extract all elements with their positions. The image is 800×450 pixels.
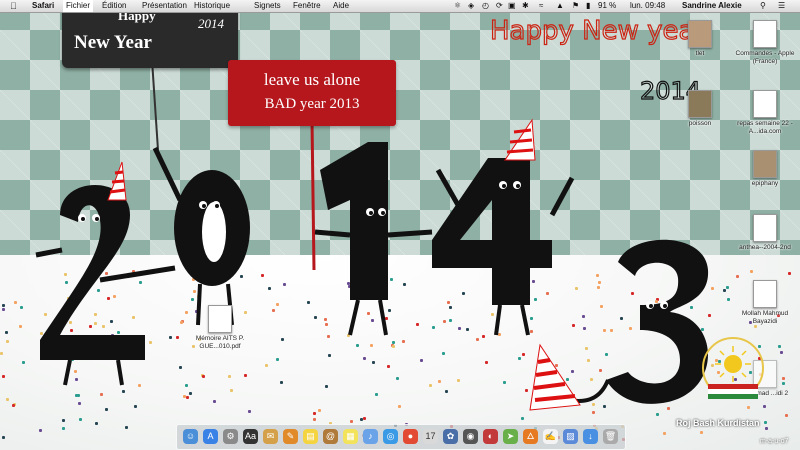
desktop-icon-anthea[interactable]: anthea--2004-2nd bbox=[735, 214, 795, 252]
menu-edition[interactable]: Édition bbox=[102, 0, 126, 12]
dock-safari-icon[interactable]: ◎ bbox=[383, 429, 398, 444]
battery-percent[interactable]: 91 % bbox=[598, 0, 616, 12]
photo-thumbnail-icon bbox=[753, 150, 777, 178]
desktop-icon-label: tlet bbox=[695, 50, 705, 57]
volume-icon[interactable]: ▲ bbox=[556, 0, 564, 12]
desktop-icon-label: poisson bbox=[688, 120, 712, 127]
wifi-icon[interactable]: ≈ bbox=[539, 0, 543, 12]
dock-firefox-icon[interactable]: 🜂 bbox=[523, 429, 538, 444]
pdf-document-icon bbox=[208, 305, 232, 333]
battery-icon[interactable]: ▮ bbox=[586, 0, 590, 12]
document-icon bbox=[753, 20, 777, 48]
dock-finder-icon[interactable]: ☺ bbox=[183, 429, 198, 444]
dock-dictionary-icon[interactable]: Aa bbox=[243, 429, 258, 444]
menu-safari[interactable]: Safari bbox=[32, 0, 54, 12]
dock-textedit-icon[interactable]: ✍ bbox=[543, 429, 558, 444]
desktop-icon-repas-semaine[interactable]: repas semaine 22 - A...ida.com bbox=[735, 90, 795, 136]
dock-itunes-icon[interactable]: ♪ bbox=[363, 429, 378, 444]
kurdistan-emblem bbox=[702, 337, 764, 399]
dock-calendar-icon[interactable]: 17 bbox=[423, 429, 438, 444]
sign-year-text: 2014 bbox=[198, 16, 224, 31]
menu-signets[interactable]: Signets bbox=[254, 0, 281, 12]
dock-pages-icon[interactable]: ✎ bbox=[283, 429, 298, 444]
dock-app-store-icon[interactable]: A bbox=[203, 429, 218, 444]
clock[interactable]: lun. 09:48 bbox=[630, 0, 665, 12]
dock-mail-stamp-icon[interactable]: ✉ bbox=[263, 429, 278, 444]
desktop-icon-tlet[interactable]: tlet bbox=[670, 20, 730, 58]
desktop-icon-label: Mémoire AITS P. GUE...010.pdf bbox=[195, 335, 245, 350]
menu-fichier[interactable]: Fichier bbox=[63, 0, 94, 12]
dock-chrome-icon[interactable]: ● bbox=[403, 429, 418, 444]
dock-iphoto-icon[interactable]: ✿ bbox=[443, 429, 458, 444]
desktop-icon-commandes-apple[interactable]: Commandes - Apple (France) bbox=[735, 20, 795, 66]
user-name[interactable]: Sandrine Alexie bbox=[682, 0, 742, 12]
dock-system-preferences-icon[interactable]: ⚙ bbox=[223, 429, 238, 444]
menu-fenetre[interactable]: Fenêtre bbox=[293, 0, 321, 12]
desktop-icon-label: Mollah Mahmud Bayazidi bbox=[741, 310, 789, 325]
spotlight-search-icon[interactable]: ⚲ bbox=[760, 0, 766, 12]
notification-center-icon[interactable]: ☰ bbox=[778, 0, 785, 12]
desktop-icon-label: Commandes - Apple (France) bbox=[735, 50, 795, 65]
desktop-icon-poisson[interactable]: poisson bbox=[670, 90, 730, 128]
dropbox-icon[interactable]: ◈ bbox=[468, 0, 474, 12]
dock-trash-icon[interactable]: 🗑 bbox=[603, 429, 618, 444]
document-icon bbox=[753, 90, 777, 118]
flag-us-icon[interactable]: ⚑ bbox=[572, 0, 579, 12]
menu-bar:  Safari Fichier Édition Présentation Hi… bbox=[0, 0, 800, 13]
creative-cloud-icon[interactable]: ⚛ bbox=[454, 0, 461, 12]
menu-presentation[interactable]: Présentation bbox=[142, 0, 187, 12]
photo-thumbnail-icon bbox=[688, 90, 712, 118]
dock: ☺ A ⚙ Aa ✉ ✎ ▤ @ ▦ ♪ ◎ ● 17 ✿ ◉ ◐ ➤ 🜂 ✍ ▨ ↓ 🗑 bbox=[176, 424, 626, 450]
dock-photo-booth-icon[interactable]: ◐ bbox=[483, 429, 498, 444]
display-icon[interactable]: ▣ bbox=[508, 0, 516, 12]
desktop-icon-label: epiphany bbox=[751, 180, 779, 187]
menu-aide[interactable]: Aide bbox=[333, 0, 349, 12]
sign-newyear-text: New Year bbox=[74, 32, 152, 53]
dock-maps-icon[interactable]: ➤ bbox=[503, 429, 518, 444]
dock-aperture-icon[interactable]: ◉ bbox=[463, 429, 478, 444]
leave-us-alone-banner: leave us alone BAD year 2013 bbox=[228, 60, 396, 126]
document-icon bbox=[753, 214, 777, 242]
roj-bash-kurdistan-text: Roj Bash Kurdistan bbox=[676, 418, 760, 428]
dock-stickies-icon[interactable]: ▦ bbox=[343, 429, 358, 444]
banner-line1: leave us alone bbox=[263, 70, 361, 89]
desktop-icon-epiphany[interactable]: epiphany bbox=[735, 150, 795, 188]
photo-thumbnail-icon bbox=[688, 20, 712, 48]
desktop-icon-memoire-pdf[interactable]: Mémoire AITS P. GUE...010.pdf bbox=[190, 305, 250, 351]
dock-preview-icon[interactable]: ▨ bbox=[563, 429, 578, 444]
desktop-icon-mollah-mahmud[interactable]: Mollah Mahmud Bayazidi bbox=[735, 280, 795, 326]
apple-menu-icon[interactable]:  bbox=[10, 0, 17, 12]
dock-downloads-icon[interactable]: ↓ bbox=[583, 429, 598, 444]
sync-icon[interactable]: ⟳ bbox=[496, 0, 503, 12]
banner-line2: BAD year 2013 bbox=[264, 96, 360, 112]
desktop-icon-label: anthea--2004-2nd bbox=[739, 244, 791, 251]
dock-notes-icon[interactable]: ▤ bbox=[303, 429, 318, 444]
desktop-wallpaper: Happy 2014 New Year leave us alone BAD y… bbox=[0, 0, 800, 450]
desktop-icon-label: repas semaine 22 - A...ida.com bbox=[737, 120, 793, 135]
dock-contacts-icon[interactable]: @ bbox=[323, 429, 338, 444]
time-machine-icon[interactable]: ◴ bbox=[482, 0, 489, 12]
docx-document-icon bbox=[753, 280, 777, 308]
bluetooth-icon[interactable]: ✱ bbox=[522, 0, 529, 12]
corner-tag: m-a-u-o7 bbox=[760, 438, 789, 445]
menu-historique[interactable]: Historique bbox=[194, 0, 230, 12]
